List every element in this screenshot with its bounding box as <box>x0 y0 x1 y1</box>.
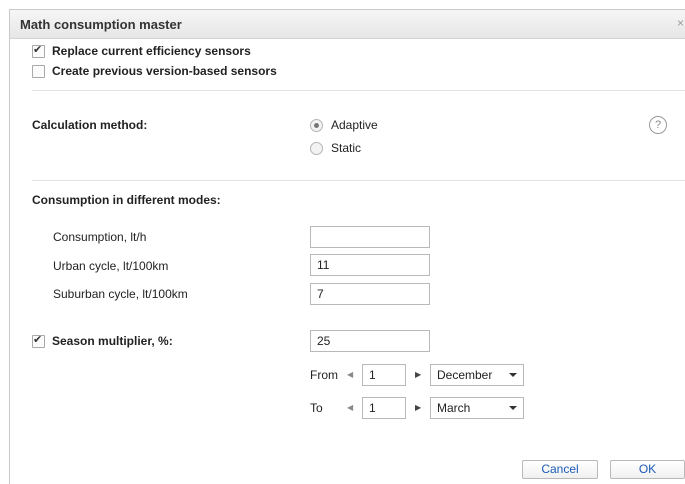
static-radio[interactable] <box>310 142 323 155</box>
help-icon[interactable]: ? <box>649 116 667 134</box>
suburban-cycle-input[interactable] <box>310 283 430 305</box>
replace-sensors-checkbox[interactable] <box>32 43 45 58</box>
to-month-select[interactable]: March <box>430 397 524 419</box>
calculation-method-label: Calculation method: <box>32 118 148 132</box>
from-month-value: December <box>437 368 493 382</box>
from-month-select[interactable]: December <box>430 364 524 386</box>
adaptive-radio[interactable] <box>310 119 323 132</box>
season-multiplier-input[interactable] <box>310 330 430 352</box>
urban-cycle-input[interactable] <box>310 254 430 276</box>
from-day-input[interactable] <box>362 364 406 386</box>
to-day-next-arrow[interactable]: ▶ <box>415 403 421 412</box>
to-month-value: March <box>437 401 471 415</box>
static-label: Static <box>331 141 362 155</box>
consumption-label: Consumption, lt/h <box>53 230 147 244</box>
to-day-input[interactable] <box>362 397 406 419</box>
separator <box>32 180 685 181</box>
urban-cycle-label: Urban cycle, lt/100km <box>53 259 169 273</box>
create-previous-checkbox[interactable] <box>32 65 45 78</box>
from-day-next-arrow[interactable]: ▶ <box>415 370 421 379</box>
from-label: From <box>310 368 338 382</box>
to-label: To <box>310 401 323 415</box>
chevron-down-icon <box>509 373 517 377</box>
replace-sensors-label: Replace current efficiency sensors <box>52 44 251 58</box>
consumption-input[interactable] <box>310 226 430 248</box>
separator <box>32 90 685 91</box>
cancel-button[interactable]: Cancel <box>522 460 598 479</box>
consumption-heading: Consumption in different modes: <box>32 193 221 207</box>
dialog-titlebar: Math consumption master × <box>10 10 685 39</box>
ok-button[interactable]: OK <box>610 460 685 479</box>
season-multiplier-label: Season multiplier, %: <box>52 334 173 348</box>
close-icon[interactable]: × <box>677 16 684 30</box>
season-multiplier-checkbox[interactable] <box>32 333 45 348</box>
chevron-down-icon <box>509 406 517 410</box>
to-day-prev-arrow[interactable]: ◀ <box>347 403 353 412</box>
from-day-prev-arrow[interactable]: ◀ <box>347 370 353 379</box>
create-previous-label: Create previous version-based sensors <box>52 64 277 78</box>
dialog-title: Math consumption master <box>20 17 182 32</box>
suburban-cycle-label: Suburban cycle, lt/100km <box>53 287 188 301</box>
adaptive-label: Adaptive <box>331 118 378 132</box>
